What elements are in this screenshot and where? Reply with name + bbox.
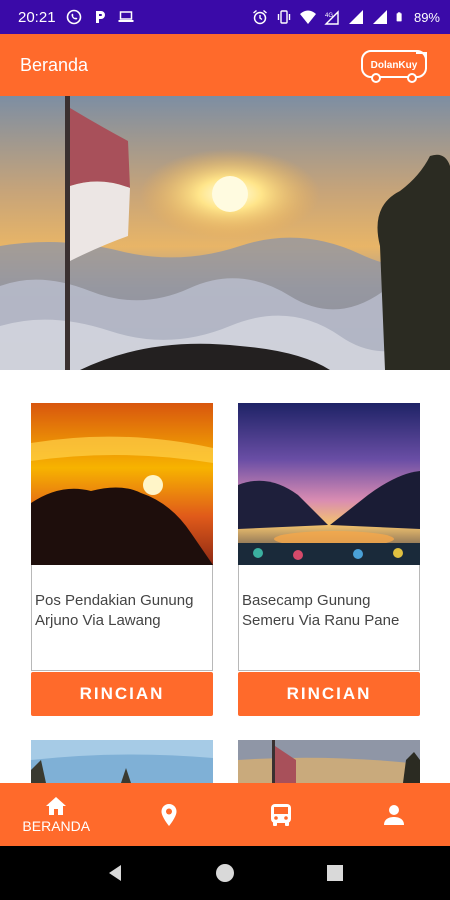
nav-label: BERANDA <box>22 817 91 834</box>
destination-card[interactable]: Basecamp Gunung Semeru Via Ranu Pane RIN… <box>238 403 420 716</box>
cellular-data-icon: 4G <box>324 10 339 25</box>
page-title: Beranda <box>20 54 89 75</box>
parking-icon <box>95 11 105 23</box>
logo-text: DolanKuy <box>371 60 418 71</box>
destination-image <box>238 740 420 783</box>
home-icon <box>46 796 67 815</box>
hero-carousel[interactable] <box>0 96 450 370</box>
status-time: 20:21 <box>18 8 56 26</box>
back-icon[interactable] <box>105 863 125 883</box>
recents-icon[interactable] <box>325 863 345 883</box>
card-body: Pos Pendakian Gunung Arjuno Via Lawang <box>31 565 213 671</box>
destination-image <box>31 403 213 565</box>
destination-image <box>238 403 420 565</box>
alarm-icon <box>253 9 267 25</box>
person-icon <box>383 804 404 825</box>
nav-item-location[interactable] <box>113 783 226 846</box>
destination-image <box>31 740 213 783</box>
app-bar: Beranda DolanKuy <box>0 34 450 96</box>
hero-image <box>0 96 450 370</box>
system-navigation-bar <box>0 846 450 900</box>
rincian-button[interactable]: RINCIAN <box>31 672 213 716</box>
destination-card[interactable]: Pos Pendakian Gunung Arjuno Via Lawang R… <box>31 403 213 716</box>
destination-name: Pos Pendakian Gunung Arjuno Via Lawang <box>35 592 194 629</box>
card-body: Basecamp Gunung Semeru Via Ranu Pane <box>238 565 420 671</box>
bottom-navigation: BERANDA <box>0 783 450 846</box>
signal-icon <box>348 10 363 24</box>
location-pin-icon <box>161 803 177 826</box>
nav-item-profile[interactable] <box>338 783 450 846</box>
app-logo: DolanKuy <box>361 50 427 83</box>
destination-name: Basecamp Gunung Semeru Via Ranu Pane <box>242 592 400 629</box>
signal-icon <box>372 10 387 24</box>
laptop-icon <box>118 11 134 22</box>
vibrate-icon <box>277 10 291 24</box>
whatsapp-icon <box>66 9 81 25</box>
home-button-icon[interactable] <box>215 863 235 883</box>
svg-text:4G: 4G <box>325 13 333 19</box>
nav-item-bus[interactable] <box>225 783 338 846</box>
status-bar: 20:21 4G 89% <box>0 0 450 34</box>
battery-percentage: 89% <box>413 9 440 25</box>
wifi-icon <box>299 10 316 24</box>
rincian-button[interactable]: RINCIAN <box>238 672 420 716</box>
battery-icon <box>396 12 402 22</box>
nav-item-beranda[interactable]: BERANDA <box>0 783 113 846</box>
bus-icon <box>271 803 292 826</box>
